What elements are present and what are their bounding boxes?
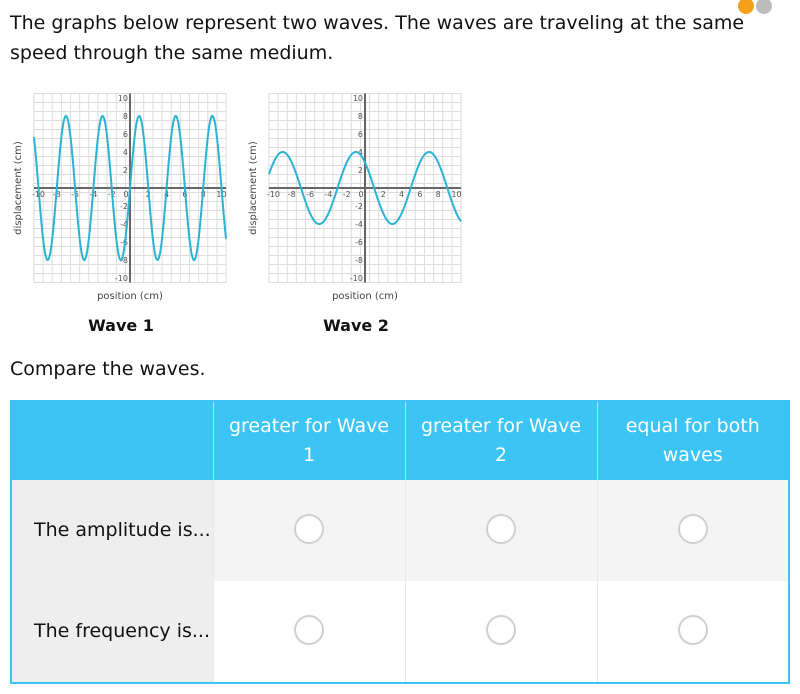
header-empty: [11, 401, 213, 480]
x-tick-label: 0: [123, 190, 128, 199]
x-tick-label: -10: [267, 190, 280, 199]
y-tick-label: 8: [358, 112, 363, 121]
cell-amplitude-wave-2[interactable]: [404, 480, 597, 581]
comparison-table: greater for Wave 1 greater for Wave 2 eq…: [10, 400, 790, 684]
x-axis-label: position (cm): [97, 291, 163, 302]
y-tick-label: 6: [358, 130, 363, 139]
x-tick-label: -6: [306, 190, 314, 199]
radio-amplitude-greater-wave-2[interactable]: [486, 513, 516, 544]
radio-frequency-greater-wave-1[interactable]: [294, 614, 324, 645]
y-tick-label: 10: [118, 94, 128, 103]
question-prompt: The graphs below represent two waves. Th…: [10, 12, 745, 64]
progress-indicator: [738, 0, 774, 16]
x-tick-label: 8: [436, 190, 441, 199]
y-tick-label: -6: [355, 238, 363, 247]
wave-2-graph: -10 -8 -6 -4 -2 0 2 4 6 8 10 10 8 6 4 2 -2 -4 -6 -8 -10 posit…: [235, 80, 475, 310]
wave-2-label: Wave 2: [323, 316, 389, 335]
y-tick-label: -2: [355, 202, 363, 211]
y-tick-label: -10: [350, 274, 363, 283]
wave-chart-svg: -10 -8 -6 -4 -2 0 2 4 6 8 10108642-2-4-6-8-10posit…: [248, 93, 462, 302]
y-tick-label: -10: [115, 274, 128, 283]
cell-frequency-wave-2[interactable]: [404, 581, 597, 683]
header-greater-wave-1: greater for Wave 1: [212, 401, 405, 480]
y-axis-label: displacement (cm): [248, 141, 259, 235]
table-row-frequency: The frequency is...: [11, 581, 789, 683]
x-tick-label: 6: [417, 190, 422, 199]
table-row-amplitude: The amplitude is...: [11, 480, 789, 581]
x-tick-label: -8: [288, 190, 296, 199]
radio-frequency-equal[interactable]: [677, 614, 708, 645]
x-axis-label: position (cm): [332, 291, 398, 302]
x-tick-label: 0: [358, 190, 363, 199]
cell-frequency-wave-1[interactable]: [212, 581, 405, 683]
x-tick-label: 2: [381, 190, 386, 199]
y-tick-label: -4: [355, 220, 363, 229]
x-tick-label: 4: [399, 190, 404, 199]
wave-1-label: Wave 1: [88, 316, 154, 335]
radio-frequency-greater-wave-2[interactable]: [486, 614, 516, 645]
header-greater-wave-2: greater for Wave 2: [404, 401, 597, 480]
wave-1-graph: -10 -8 -5 -4 -2 0 2 4 6 8 10 10 8 6 4 2 -2 -4 -6 -8 -10 posit…: [0, 80, 240, 310]
compare-prompt: Compare the waves.: [10, 358, 206, 380]
row-label-amplitude: The amplitude is...: [11, 480, 213, 581]
y-tick-label: 2: [123, 166, 128, 175]
row-label-frequency: The frequency is...: [11, 581, 213, 683]
progress-dot-current: [738, 0, 754, 14]
y-tick-label: 6: [123, 130, 128, 139]
header-equal-both: equal for both waves: [596, 401, 789, 480]
y-tick-label: 4: [123, 148, 128, 157]
cell-amplitude-equal[interactable]: [596, 480, 789, 581]
cell-amplitude-wave-1[interactable]: [212, 480, 405, 581]
table-header-row: greater for Wave 1 greater for Wave 2 eq…: [11, 401, 789, 480]
y-tick-label: 10: [353, 94, 363, 103]
radio-amplitude-equal[interactable]: [677, 513, 708, 544]
cell-frequency-equal[interactable]: [596, 581, 789, 683]
y-tick-label: 2: [358, 166, 363, 175]
wave-chart-svg: -10 -8 -5 -4 -2 0 2 4 6 8 10108642-2-4-6-8-10posit…: [13, 93, 228, 302]
y-axis-label: displacement (cm): [13, 141, 24, 235]
radio-amplitude-greater-wave-1[interactable]: [294, 513, 324, 544]
y-tick-label: 8: [123, 112, 128, 121]
x-tick-label: -2: [343, 190, 351, 199]
x-tick-label: -4: [324, 190, 332, 199]
y-tick-label: -8: [355, 256, 363, 265]
progress-dot-pending: [756, 0, 772, 14]
y-tick-label: -2: [120, 202, 128, 211]
x-tick-label: 10: [451, 190, 461, 199]
